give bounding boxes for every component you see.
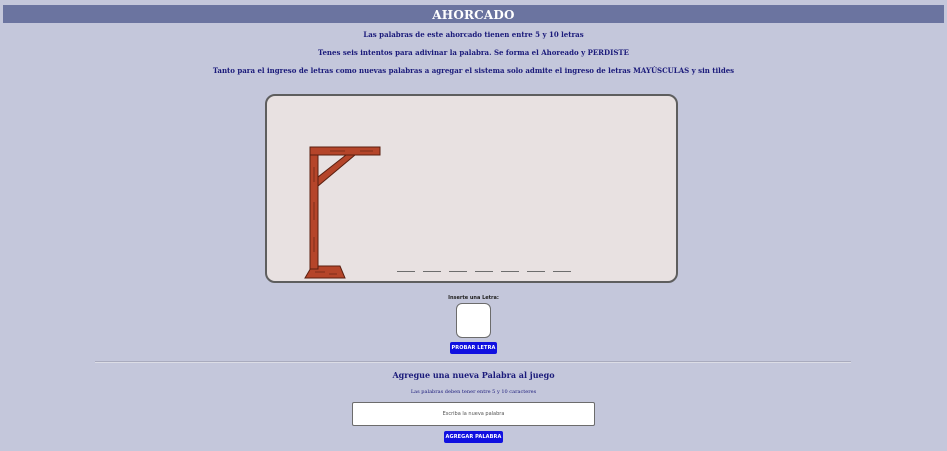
- rule-attempts: Tenes seis intentos para adivinar la pal…: [318, 48, 629, 57]
- letter-slot: [449, 271, 467, 272]
- letter-input[interactable]: [456, 303, 491, 338]
- letter-slot: [501, 271, 519, 272]
- add-word-button[interactable]: AGREGAR PALABRA: [444, 431, 503, 443]
- add-word-title: Agregue una nueva Palabra al juego: [392, 370, 555, 380]
- try-letter-button[interactable]: PROBAR LETRA: [450, 342, 497, 354]
- word-slots: [397, 271, 571, 272]
- letter-slot: [475, 271, 493, 272]
- section-divider: [95, 361, 851, 363]
- letter-slot: [397, 271, 415, 272]
- rule-word-length: Las palabras de este ahorcado tienen ent…: [363, 30, 584, 39]
- rule-uppercase: Tanto para el ingreso de letras como nue…: [212, 66, 735, 75]
- page-title: AHORCADO: [3, 5, 944, 23]
- letter-slot: [527, 271, 545, 272]
- letter-slot: [423, 271, 441, 272]
- new-word-input[interactable]: [352, 402, 595, 426]
- gallows-icon: [304, 146, 381, 279]
- letter-slot: [553, 271, 571, 272]
- game-board: [265, 94, 678, 283]
- letter-input-label: Inserte una Letra:: [448, 295, 499, 301]
- add-word-subtitle: Las palabras deben tener entre 5 y 10 ca…: [410, 389, 537, 395]
